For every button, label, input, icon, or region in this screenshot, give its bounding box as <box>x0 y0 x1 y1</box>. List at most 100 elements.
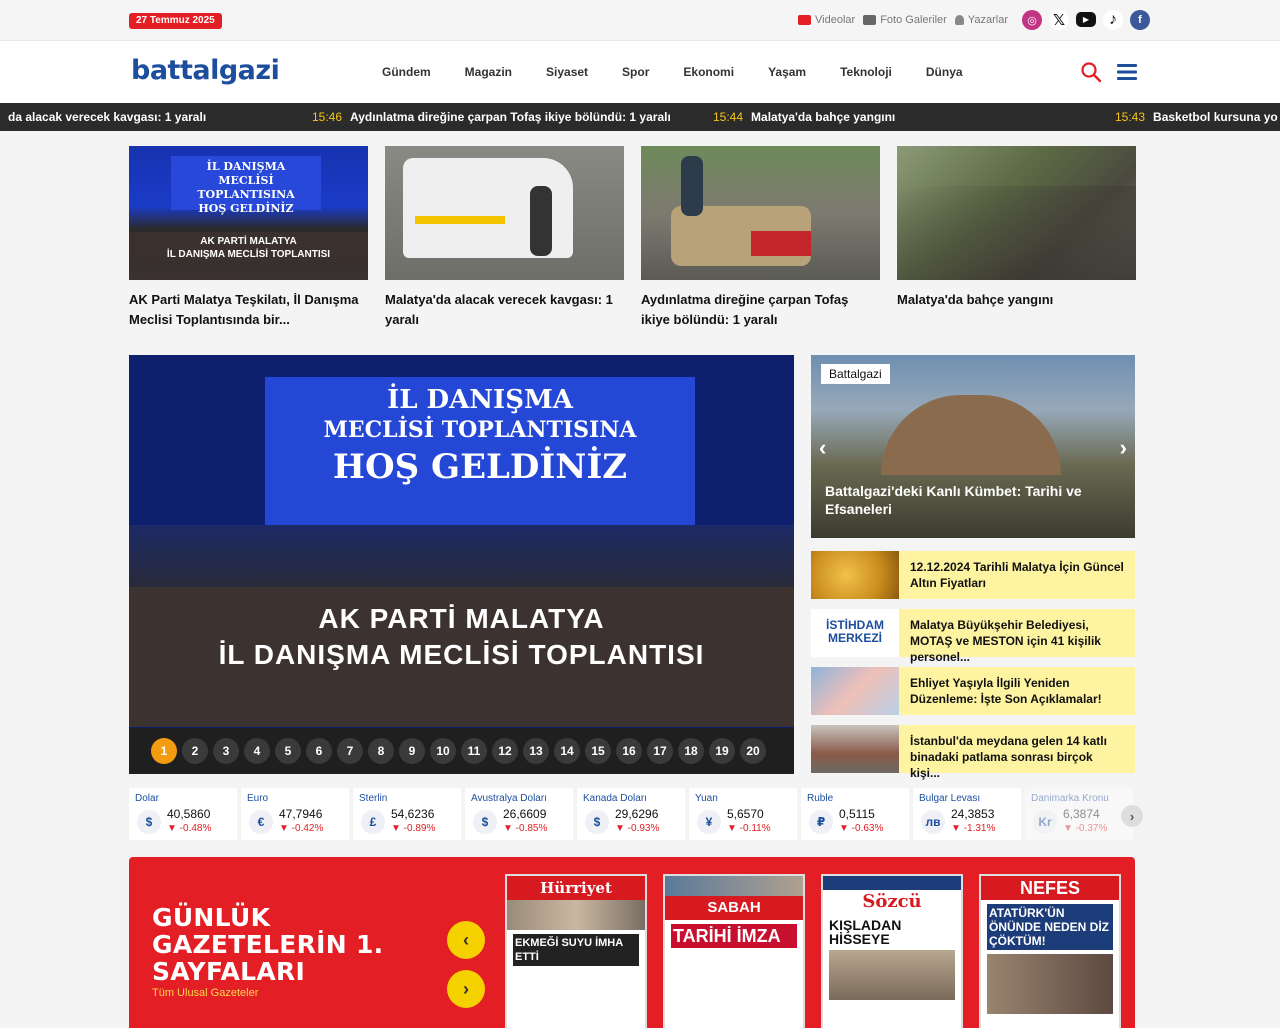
prev-arrow-icon[interactable]: ‹ <box>819 435 826 461</box>
currency-next-icon[interactable]: › <box>1121 805 1143 827</box>
news-card[interactable]: Malatya'da bahçe yangını <box>897 146 1136 330</box>
news-card-image <box>897 146 1136 280</box>
slider-lower-line: AK PARTİ MALATYA <box>318 603 605 634</box>
currency-item[interactable]: Yuan ¥5,6570 ▼ -0.11% <box>689 788 797 840</box>
side-slider[interactable]: Battalgazi ‹ › Battalgazi'deki Kanlı Küm… <box>811 355 1135 538</box>
slider-page-12[interactable]: 12 <box>492 738 518 764</box>
photo-gallery-link[interactable]: Foto Galeriler <box>863 14 947 26</box>
slider-page-6[interactable]: 6 <box>306 738 332 764</box>
currency-name: Euro <box>247 793 269 804</box>
slider-pagination: 1 2 3 4 5 6 7 8 9 10 11 12 13 14 15 16 17 18 19 20 <box>129 728 794 774</box>
mini-news-item[interactable]: 12.12.2024 Tarihli Malatya İçin Güncel A… <box>811 551 1135 599</box>
newspaper-cover[interactable]: Hürriyet EKMEĞİ SUYU İMHA ETTİ <box>505 874 647 1028</box>
currency-symbol-icon: £ <box>361 810 385 834</box>
category-badge[interactable]: Battalgazi <box>821 364 890 384</box>
slider-page-19[interactable]: 19 <box>709 738 735 764</box>
mini-news-item[interactable]: Ehliyet Yaşıyla İlgili Yeniden Düzenleme… <box>811 667 1135 715</box>
currency-name: Ruble <box>807 793 834 804</box>
currency-change: ▼ -0.89% <box>391 823 436 834</box>
ticker-item[interactable]: 15:44 Malatya'da bahçe yangını <box>713 103 895 131</box>
nav-gundem[interactable]: Gündem <box>382 65 431 79</box>
top-bar: 27 Temmuz 2025 Videolar Foto Galeriler Y… <box>0 0 1280 41</box>
ticker-item[interactable]: 15:43 Basketbol kursuna yo <box>1115 103 1278 131</box>
currency-item[interactable]: Bulgar Levası лв 24,3853 ▼ -1.31% <box>913 788 1021 840</box>
chevron-right-icon[interactable]: › <box>447 970 485 1008</box>
ticker-item[interactable]: 15:46 Aydınlatma direğine çarpan Tofaş ik… <box>312 103 671 131</box>
slider-page-13[interactable]: 13 <box>523 738 549 764</box>
main-slider[interactable]: İL DANIŞMA MECLİSİ TOPLANTISINA HOŞ GELD… <box>129 355 794 774</box>
videos-link[interactable]: Videolar <box>798 14 855 26</box>
currency-symbol-icon: ₽ <box>809 810 833 834</box>
currency-item[interactable]: Ruble ₽0,5115 ▼ -0.63% <box>801 788 909 840</box>
newspaper-cover[interactable]: Sözcü KIŞLADAN HİSSEYE <box>821 874 963 1028</box>
news-card[interactable]: Malatya'da alacak verecek kavgası: 1 yar… <box>385 146 624 330</box>
date-badge: 27 Temmuz 2025 <box>129 13 222 29</box>
currency-value: 54,6236 <box>391 807 435 821</box>
nav-spor[interactable]: Spor <box>622 65 649 79</box>
nav-dunya[interactable]: Dünya <box>926 65 963 79</box>
nav-yasam[interactable]: Yaşam <box>768 65 806 79</box>
currency-symbol-icon: ¥ <box>697 810 721 834</box>
currency-change: ▼ -0.11% <box>727 823 771 834</box>
slider-page-20[interactable]: 20 <box>740 738 766 764</box>
photo-gallery-icon <box>863 15 877 25</box>
header-icons <box>1080 61 1138 83</box>
newspapers-section: GÜNLÜK GAZETELERİN 1. SAYFALARI Tüm Ulus… <box>129 857 1135 1028</box>
newspapers-subtitle[interactable]: Tüm Ulusal Gazeteler <box>152 987 258 999</box>
slider-page-8[interactable]: 8 <box>368 738 394 764</box>
slider-page-11[interactable]: 11 <box>461 738 487 764</box>
currency-item[interactable]: Danimarka Kronu Kr 6,3874 ▼ -0.37% <box>1025 788 1133 840</box>
newspaper-cover[interactable]: SABAH TARİHİ İMZA <box>663 874 805 1028</box>
slider-page-9[interactable]: 9 <box>399 738 425 764</box>
slider-page-5[interactable]: 5 <box>275 738 301 764</box>
slider-page-7[interactable]: 7 <box>337 738 363 764</box>
slider-page-4[interactable]: 4 <box>244 738 270 764</box>
mini-news-item[interactable]: İSTİHDAM MERKEZİ Malatya Büyükşehir Beled… <box>811 609 1135 664</box>
top-links: Videolar Foto Galeriler Yazarlar ◎ 𝕏 ▶ ♪… <box>798 10 1150 30</box>
youtube-icon[interactable]: ▶ <box>1076 12 1096 27</box>
currency-symbol-icon: € <box>249 810 273 834</box>
slider-page-1[interactable]: 1 <box>151 738 177 764</box>
writers-link[interactable]: Yazarlar <box>954 14 1008 26</box>
currency-item[interactable]: Dolar $40,5860 ▼ -0.48% <box>129 788 237 840</box>
news-card-title: Aydınlatma direğine çarpan Tofaş ikiye b… <box>641 292 849 327</box>
slider-page-16[interactable]: 16 <box>616 738 642 764</box>
nav-ekonomi[interactable]: Ekonomi <box>683 65 734 79</box>
newspaper-cover[interactable]: NEFES ATATÜRK'ÜN ÖNÜNDE NEDEN DİZ ÇÖKTÜM… <box>979 874 1121 1028</box>
search-icon[interactable] <box>1080 61 1102 83</box>
ticker-item[interactable]: da alacak verecek kavgası: 1 yaralı <box>0 103 206 131</box>
main-nav: Gündem Magazin Siyaset Spor Ekonomi Yaşa… <box>382 65 997 79</box>
menu-icon[interactable] <box>1116 61 1138 83</box>
news-card[interactable]: İL DANIŞMA MECLİSİ TOPLANTISINA HOŞ GELDİN… <box>129 146 368 330</box>
instagram-icon[interactable]: ◎ <box>1022 10 1042 30</box>
currency-item[interactable]: Avustralya Doları $26,6609 ▼ -0.85% <box>465 788 573 840</box>
nav-siyaset[interactable]: Siyaset <box>546 65 588 79</box>
slider-page-14[interactable]: 14 <box>554 738 580 764</box>
currency-value: 26,6609 <box>503 807 547 821</box>
slider-page-18[interactable]: 18 <box>678 738 704 764</box>
slider-page-3[interactable]: 3 <box>213 738 239 764</box>
currency-item[interactable]: Kanada Doları $29,6296 ▼ -0.93% <box>577 788 685 840</box>
slider-page-2[interactable]: 2 <box>182 738 208 764</box>
slider-page-17[interactable]: 17 <box>647 738 673 764</box>
next-arrow-icon[interactable]: › <box>1120 435 1127 461</box>
currency-symbol-icon: $ <box>137 810 161 834</box>
currency-change: ▼ -0.63% <box>839 823 884 834</box>
currency-item[interactable]: Euro €47,7946 ▼ -0.42% <box>241 788 349 840</box>
news-card[interactable]: Aydınlatma direğine çarpan Tofaş ikiye b… <box>641 146 880 330</box>
facebook-icon[interactable]: f <box>1130 10 1150 30</box>
newspaper-headline: TARİHİ İMZA <box>671 924 797 948</box>
mini-news-item[interactable]: İstanbul'da meydana gelen 14 katlı binad… <box>811 725 1135 780</box>
slider-page-15[interactable]: 15 <box>585 738 611 764</box>
newspaper-masthead: Hürriyet <box>507 876 645 900</box>
site-logo[interactable]: battalgazi <box>131 55 280 86</box>
nav-teknoloji[interactable]: Teknoloji <box>840 65 892 79</box>
currency-item[interactable]: Sterlin £54,6236 ▼ -0.89% <box>353 788 461 840</box>
slider-lower-line: İL DANIŞMA MECLİSİ TOPLANTISI <box>218 639 705 670</box>
x-icon[interactable]: 𝕏 <box>1049 10 1069 30</box>
chevron-left-icon[interactable]: ‹ <box>447 921 485 959</box>
tiktok-icon[interactable]: ♪ <box>1103 10 1123 30</box>
slider-page-10[interactable]: 10 <box>430 738 456 764</box>
nav-magazin[interactable]: Magazin <box>465 65 512 79</box>
news-card-title: AK Parti Malatya Teşkilatı, İl Danışma M… <box>129 292 359 327</box>
